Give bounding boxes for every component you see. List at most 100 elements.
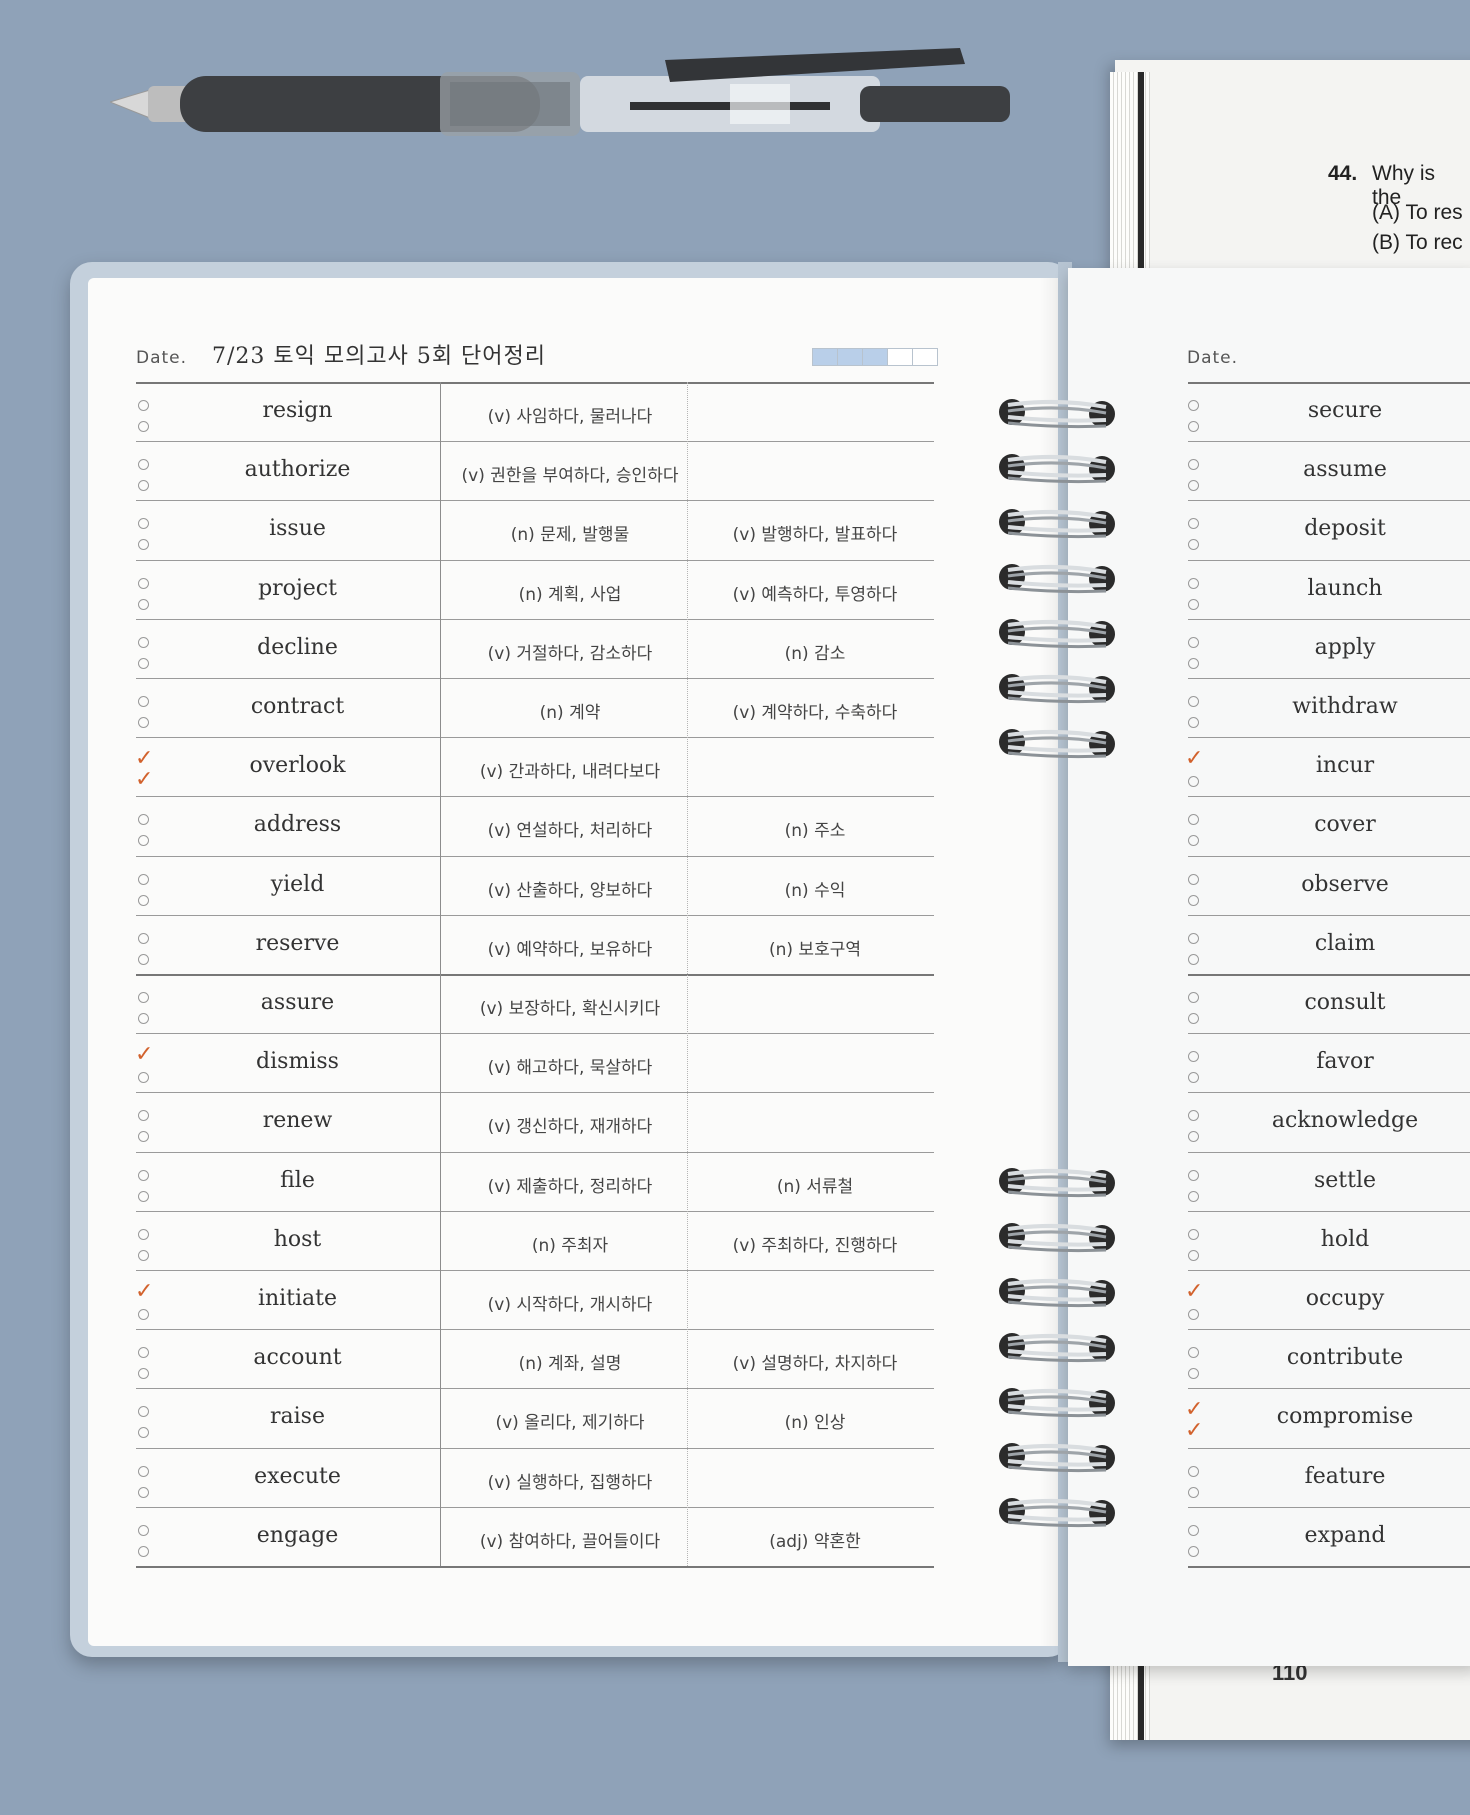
vocab-word: assure [260,990,335,1015]
vocab-meaning-2: (v) 예측하다, 투영하다 [732,584,898,605]
table-row: engage (v) 참여하다, 끌어들이다 (adj) 약혼한 [135,1507,935,1565]
review-circle [138,696,149,707]
page-title: 7/23 토익 모의고사 5회 단어정리 [212,344,547,369]
vocab-word: file [280,1167,315,1193]
vocab-word: occupy [1305,1286,1385,1311]
vocab-meaning-2: (adj) 약혼한 [769,1531,861,1552]
vocab-meaning-1: (n) 계좌, 설명 [518,1354,622,1375]
vocab-word: execute [254,1463,341,1489]
table-row: issue (n) 문제, 발행물 (v) 발행하다, 발표하다 [135,500,935,558]
list-row: claim [1185,915,1470,973]
vocab-meaning-2: (n) 보호구역 [768,939,861,960]
spiral-ring [999,1333,1115,1363]
review-circle [138,1190,149,1202]
list-row: hold [1185,1211,1470,1269]
list-row: withdraw [1185,678,1470,736]
spiral-ring [999,674,1115,704]
check-mark-icon: ✓ [1185,1418,1204,1444]
vocab-meaning-1: (n) 주최자 [531,1235,609,1256]
review-circle [138,577,149,589]
review-circle [138,1228,149,1240]
list-row: acknowledge [1185,1092,1470,1150]
date-label-right: Date. [1187,348,1239,368]
vocab-word: favor [1316,1049,1374,1075]
table-row: initiate (v) 시작하다, 개시하다 [135,1270,935,1328]
vocab-meaning-2: (v) 설명하다, 차지하다 [732,1354,898,1375]
vocab-meaning-1: (v) 권한을 부여하다, 승인하다 [461,466,679,487]
vocab-word: initiate [257,1286,338,1311]
review-circle [1188,1309,1199,1320]
list-row: observe [1185,856,1470,914]
vocab-word: claim [1314,930,1376,956]
list-row: expand [1185,1507,1470,1565]
list-row: secure [1185,382,1470,440]
table-row: raise (v) 올리다, 제기하다 (n) 인상 [135,1388,935,1446]
vocab-word: overlook [249,753,346,779]
vocab-word: reserve [255,930,340,956]
vocab-meaning-2: (v) 주최하다, 진행하다 [732,1235,898,1256]
vocab-word: expand [1304,1522,1386,1548]
question-number: 44. [1328,162,1358,185]
review-circle [1188,1465,1199,1477]
vocab-word: hold [1320,1226,1370,1252]
review-circle [1188,953,1199,965]
question-option-b: (B) To rec [1372,231,1463,254]
row-divider [1188,1566,1470,1568]
table-row: renew (v) 갱신하다, 재개하다 [135,1092,935,1150]
spiral-ring [999,1443,1115,1473]
review-circle [138,873,149,885]
progress-box [887,348,913,366]
review-circle [1188,894,1199,906]
review-circle [1188,598,1199,610]
spiral-ring [999,564,1115,594]
review-circle [138,636,149,648]
table-row: overlook (v) 간과하다, 내려다보다 [135,737,935,795]
photo-scene: 44. Why is the (A) To res (B) To rec 110… [0,0,1470,1815]
vocab-meaning-1: (v) 사임하다, 물러나다 [487,407,653,427]
vocab-meaning-1: (v) 해고하다, 묵살하다 [487,1058,653,1079]
table-row: account (n) 계좌, 설명 (v) 설명하다, 차지하다 [135,1329,935,1387]
review-circle [138,1524,149,1536]
progress-box [837,348,863,366]
review-circle [1188,1228,1199,1240]
vocab-meaning-2: (n) 주소 [784,821,846,842]
table-row: contract (n) 계약 (v) 계약하다, 수축하다 [135,678,935,736]
check-mark-icon: ✓ [1185,1397,1204,1423]
vocab-word: decline [257,634,338,660]
vocab-meaning-1: (v) 산출하다, 양보하다 [487,880,653,901]
check-mark-icon: ✓ [1185,1279,1204,1304]
table-row: project (n) 계획, 사업 (v) 예측하다, 투영하다 [135,560,935,618]
progress-box [812,348,838,366]
table-row: file (v) 제출하다, 정리하다 (n) 서류철 [135,1152,935,1210]
review-circle [1188,1169,1199,1181]
vocab-meaning-2: (n) 서류철 [776,1176,854,1197]
vocab-meaning-2: (v) 계약하다, 수축하다 [732,703,898,723]
column-divider-dotted [687,382,688,1566]
vocab-meaning-1: (v) 연설하다, 처리하다 [487,821,653,842]
spiral-ring [999,1168,1115,1198]
list-row: incur [1185,737,1470,795]
check-mark-icon: ✓ [135,746,154,772]
vocab-word: contract [250,694,345,719]
vocab-word: launch [1307,575,1383,601]
list-row: contribute [1185,1329,1470,1387]
review-circle [1188,577,1199,589]
column-divider [440,382,441,1566]
spiral-ring [999,454,1115,484]
spiral-ring [999,1498,1115,1528]
list-row: deposit [1185,500,1470,558]
spiral-ring [999,619,1115,649]
list-row: assume [1185,441,1470,499]
table-row: reserve (v) 예약하다, 보유하다 (n) 보호구역 [135,915,935,973]
table-row: decline (v) 거절하다, 감소하다 (n) 감소 [135,619,935,677]
vocab-word: acknowledge [1271,1108,1419,1134]
vocab-word: withdraw [1292,694,1398,719]
review-circle [138,953,149,965]
progress-boxes [812,348,938,366]
vocab-word: feature [1304,1463,1386,1489]
review-circle [1188,1524,1199,1536]
vocab-word: dismiss [256,1049,339,1075]
review-circle [138,1169,149,1181]
vocab-meaning-1: (n) 계약 [539,703,601,723]
vocab-meaning-1: (v) 갱신하다, 재개하다 [487,1117,653,1138]
